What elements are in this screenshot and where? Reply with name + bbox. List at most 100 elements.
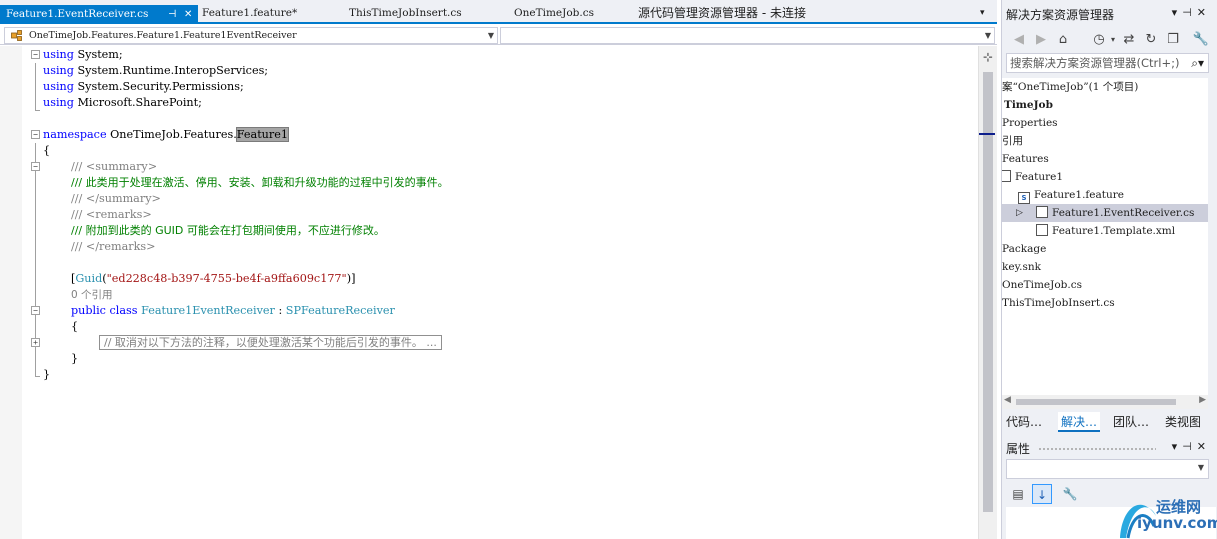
pin-icon[interactable]: ⊣ xyxy=(1182,6,1197,19)
collapse-all-icon[interactable]: ❐ xyxy=(1164,31,1182,49)
code-line: { xyxy=(43,143,50,159)
tree-item-project[interactable]: TimeJob xyxy=(1004,96,1053,114)
namespace-ref: System.Runtime.InteropServices; xyxy=(73,64,269,77)
editor-vertical-scrollbar[interactable]: ⊹ xyxy=(978,46,997,539)
code-line: using System.Runtime.InteropServices; xyxy=(43,63,268,79)
tree-item-label: Properties xyxy=(1002,117,1058,129)
categorized-icon[interactable]: ▤ xyxy=(1008,484,1028,504)
chevron-down-icon: ▼ xyxy=(984,31,991,40)
tab-label: Feature1.feature* xyxy=(202,7,298,19)
pin-icon[interactable]: ⊣ xyxy=(168,5,177,24)
properties-object-combo[interactable]: ▼ xyxy=(1006,459,1209,479)
tree-item-solution[interactable]: 案“OneTimeJob”(1 个项目) xyxy=(1002,78,1138,96)
dropdown-icon[interactable]: ▾ xyxy=(1172,440,1183,453)
tab-label: OneTimeJob.cs xyxy=(514,7,594,19)
fold-toggle[interactable]: − xyxy=(31,162,40,171)
tree-item-feature1[interactable]: Feature1 xyxy=(1002,168,1063,186)
collapsed-region[interactable]: // 取消对以下方法的注释，以便处理激活某个功能后引发的事件。 ... xyxy=(99,335,442,350)
fold-toggle[interactable]: − xyxy=(31,130,40,139)
tab-label: 团队… xyxy=(1113,415,1150,429)
tab-label: ThisTimeJobInsert.cs xyxy=(349,7,462,19)
namespace-ref: Microsoft.SharePoint; xyxy=(73,96,202,109)
tree-item-references[interactable]: 引用 xyxy=(1002,132,1023,150)
solution-tree[interactable]: 案“OneTimeJob”(1 个项目) TimeJob Properties … xyxy=(1002,78,1208,408)
type-combo[interactable]: OneTimeJob.Features.Feature1.Feature1Eve… xyxy=(4,27,498,44)
tree-item-properties[interactable]: Properties xyxy=(1002,114,1058,132)
tree-item-key-snk[interactable]: key.snk xyxy=(1002,258,1041,276)
tab-feature1-feature[interactable]: Feature1.feature* xyxy=(202,3,297,24)
tree-horizontal-scrollbar[interactable]: ◀ ▶ xyxy=(1002,395,1208,409)
scroll-left-icon[interactable]: ◀ xyxy=(1004,395,1011,405)
class-icon xyxy=(11,30,22,41)
doc-comment-slashes: /// xyxy=(71,160,86,173)
codelens-references[interactable]: 0 个引用 xyxy=(71,287,113,303)
doc-comment-tag: </remarks> xyxy=(85,240,156,253)
close-icon[interactable]: ✕ xyxy=(184,5,192,24)
drag-grip[interactable] xyxy=(1038,447,1156,452)
code-editor[interactable]: − − − − + using System; using System.Run… xyxy=(0,46,978,539)
tree-item-features[interactable]: Features xyxy=(1002,150,1049,168)
property-pages-icon[interactable]: 🔧 xyxy=(1060,484,1080,504)
scrollbar-thumb[interactable] xyxy=(983,72,993,512)
keyword: using xyxy=(43,64,74,77)
refresh-icon[interactable]: ↻ xyxy=(1142,31,1160,49)
reference-count[interactable]: 0 个引用 xyxy=(71,289,113,301)
navigation-bar: OneTimeJob.Features.Feature1.Feature1Eve… xyxy=(0,26,997,45)
tree-item-feature-file[interactable]: S Feature1.feature xyxy=(1018,186,1124,204)
scrollbar-thumb[interactable] xyxy=(1016,399,1176,405)
document-tab-strip: Feature1.EventReceiver.cs ⊣ ✕ Feature1.f… xyxy=(0,0,997,24)
tab-thistimejobinsert[interactable]: ThisTimeJobInsert.cs xyxy=(349,3,462,24)
tab-team-explorer[interactable]: 团队… xyxy=(1113,412,1149,432)
split-window-icon[interactable]: ⊹ xyxy=(982,50,994,64)
base-class-name: SPFeatureReceiver xyxy=(285,304,395,317)
tree-item-template-xml[interactable]: Feature1.Template.xml xyxy=(1036,222,1175,240)
doc-comment-tag: <remarks> xyxy=(85,208,152,221)
tab-solution-explorer[interactable]: 解决… xyxy=(1058,412,1101,432)
scroll-right-icon[interactable]: ▶ xyxy=(1199,395,1206,405)
fold-toggle[interactable]: + xyxy=(31,338,40,347)
code-line: // 取消对以下方法的注释，以便处理激活某个功能后引发的事件。 ... xyxy=(99,335,442,351)
highlighted-word: Feature1 xyxy=(235,127,289,142)
pin-icon[interactable]: ⊣ xyxy=(1182,440,1197,453)
tab-feature1-eventreceiver[interactable]: Feature1.EventReceiver.cs ⊣ ✕ xyxy=(0,5,198,24)
tab-class-view[interactable]: 类视图 xyxy=(1165,412,1201,432)
solution-explorer-toolbar: ◀ ▶ ⌂ ◷ ▾ ⇄ ↻ ❐ 🔧 xyxy=(1004,29,1216,51)
doc-comment-slashes: /// xyxy=(71,208,86,221)
code-line: /// 附加到此类的 GUID 可能会在打包期间使用，不应进行修改。 xyxy=(71,223,385,239)
fold-toggle[interactable]: − xyxy=(31,306,40,315)
sync-icon[interactable]: ⇄ xyxy=(1120,31,1138,49)
tree-item-label: Feature1 xyxy=(1015,171,1064,183)
alphabetical-sort-icon[interactable]: ↓ xyxy=(1032,484,1052,504)
solution-search-input[interactable]: 搜索解决方案资源管理器(Ctrl+;) ⌕▾ xyxy=(1006,53,1209,73)
close-icon[interactable]: ✕ xyxy=(1197,440,1211,453)
doc-comment-text: /// 附加到此类的 GUID 可能会在打包期间使用，不应进行修改。 xyxy=(71,224,385,237)
tab-onetimejob[interactable]: OneTimeJob.cs xyxy=(514,3,594,24)
tab-overflow-dropdown[interactable]: ▾ xyxy=(980,3,985,24)
chevron-down-icon: ▼ xyxy=(1197,463,1204,472)
tree-item-thistimejobinsert-cs[interactable]: ThisTimeJobInsert.cs xyxy=(1002,294,1115,312)
keyword: using xyxy=(43,48,74,61)
search-icon[interactable]: ⌕▾ xyxy=(1191,54,1204,72)
tab-label: 源代码管理资源管理器 - 未连接 xyxy=(638,6,806,20)
tab-code-analysis[interactable]: 代码… xyxy=(1006,412,1042,432)
tab-source-control-explorer[interactable]: 源代码管理资源管理器 - 未连接 xyxy=(638,3,806,24)
keyword: public xyxy=(71,304,106,317)
fold-toggle[interactable]: − xyxy=(31,50,40,59)
string-literal: "ed228c48-b397-4755-be4f-a9ffa609c177" xyxy=(106,272,347,285)
tree-item-onetimejob-cs[interactable]: OneTimeJob.cs xyxy=(1002,276,1082,294)
back-icon[interactable]: ◀ xyxy=(1010,31,1028,49)
doc-comment-tag: </summary> xyxy=(85,192,161,205)
brace: } xyxy=(71,352,79,365)
home-icon[interactable]: ⌂ xyxy=(1054,31,1072,49)
properties-icon[interactable]: 🔧 xyxy=(1192,31,1210,49)
forward-icon[interactable]: ▶ xyxy=(1032,31,1050,49)
csharp-file-icon xyxy=(1036,206,1048,218)
close-icon[interactable]: ✕ xyxy=(1197,6,1211,19)
dropdown-icon[interactable]: ▾ xyxy=(1172,6,1183,19)
code-line: } xyxy=(71,351,78,367)
tree-item-package[interactable]: Package xyxy=(1002,240,1046,258)
tree-item-eventreceiver[interactable]: ▷ Feature1.EventReceiver.cs xyxy=(1002,204,1208,222)
expand-arrow-icon[interactable]: ▷ xyxy=(1016,204,1023,222)
member-combo[interactable]: ▼ xyxy=(500,27,995,44)
outline-guide xyxy=(35,376,40,377)
